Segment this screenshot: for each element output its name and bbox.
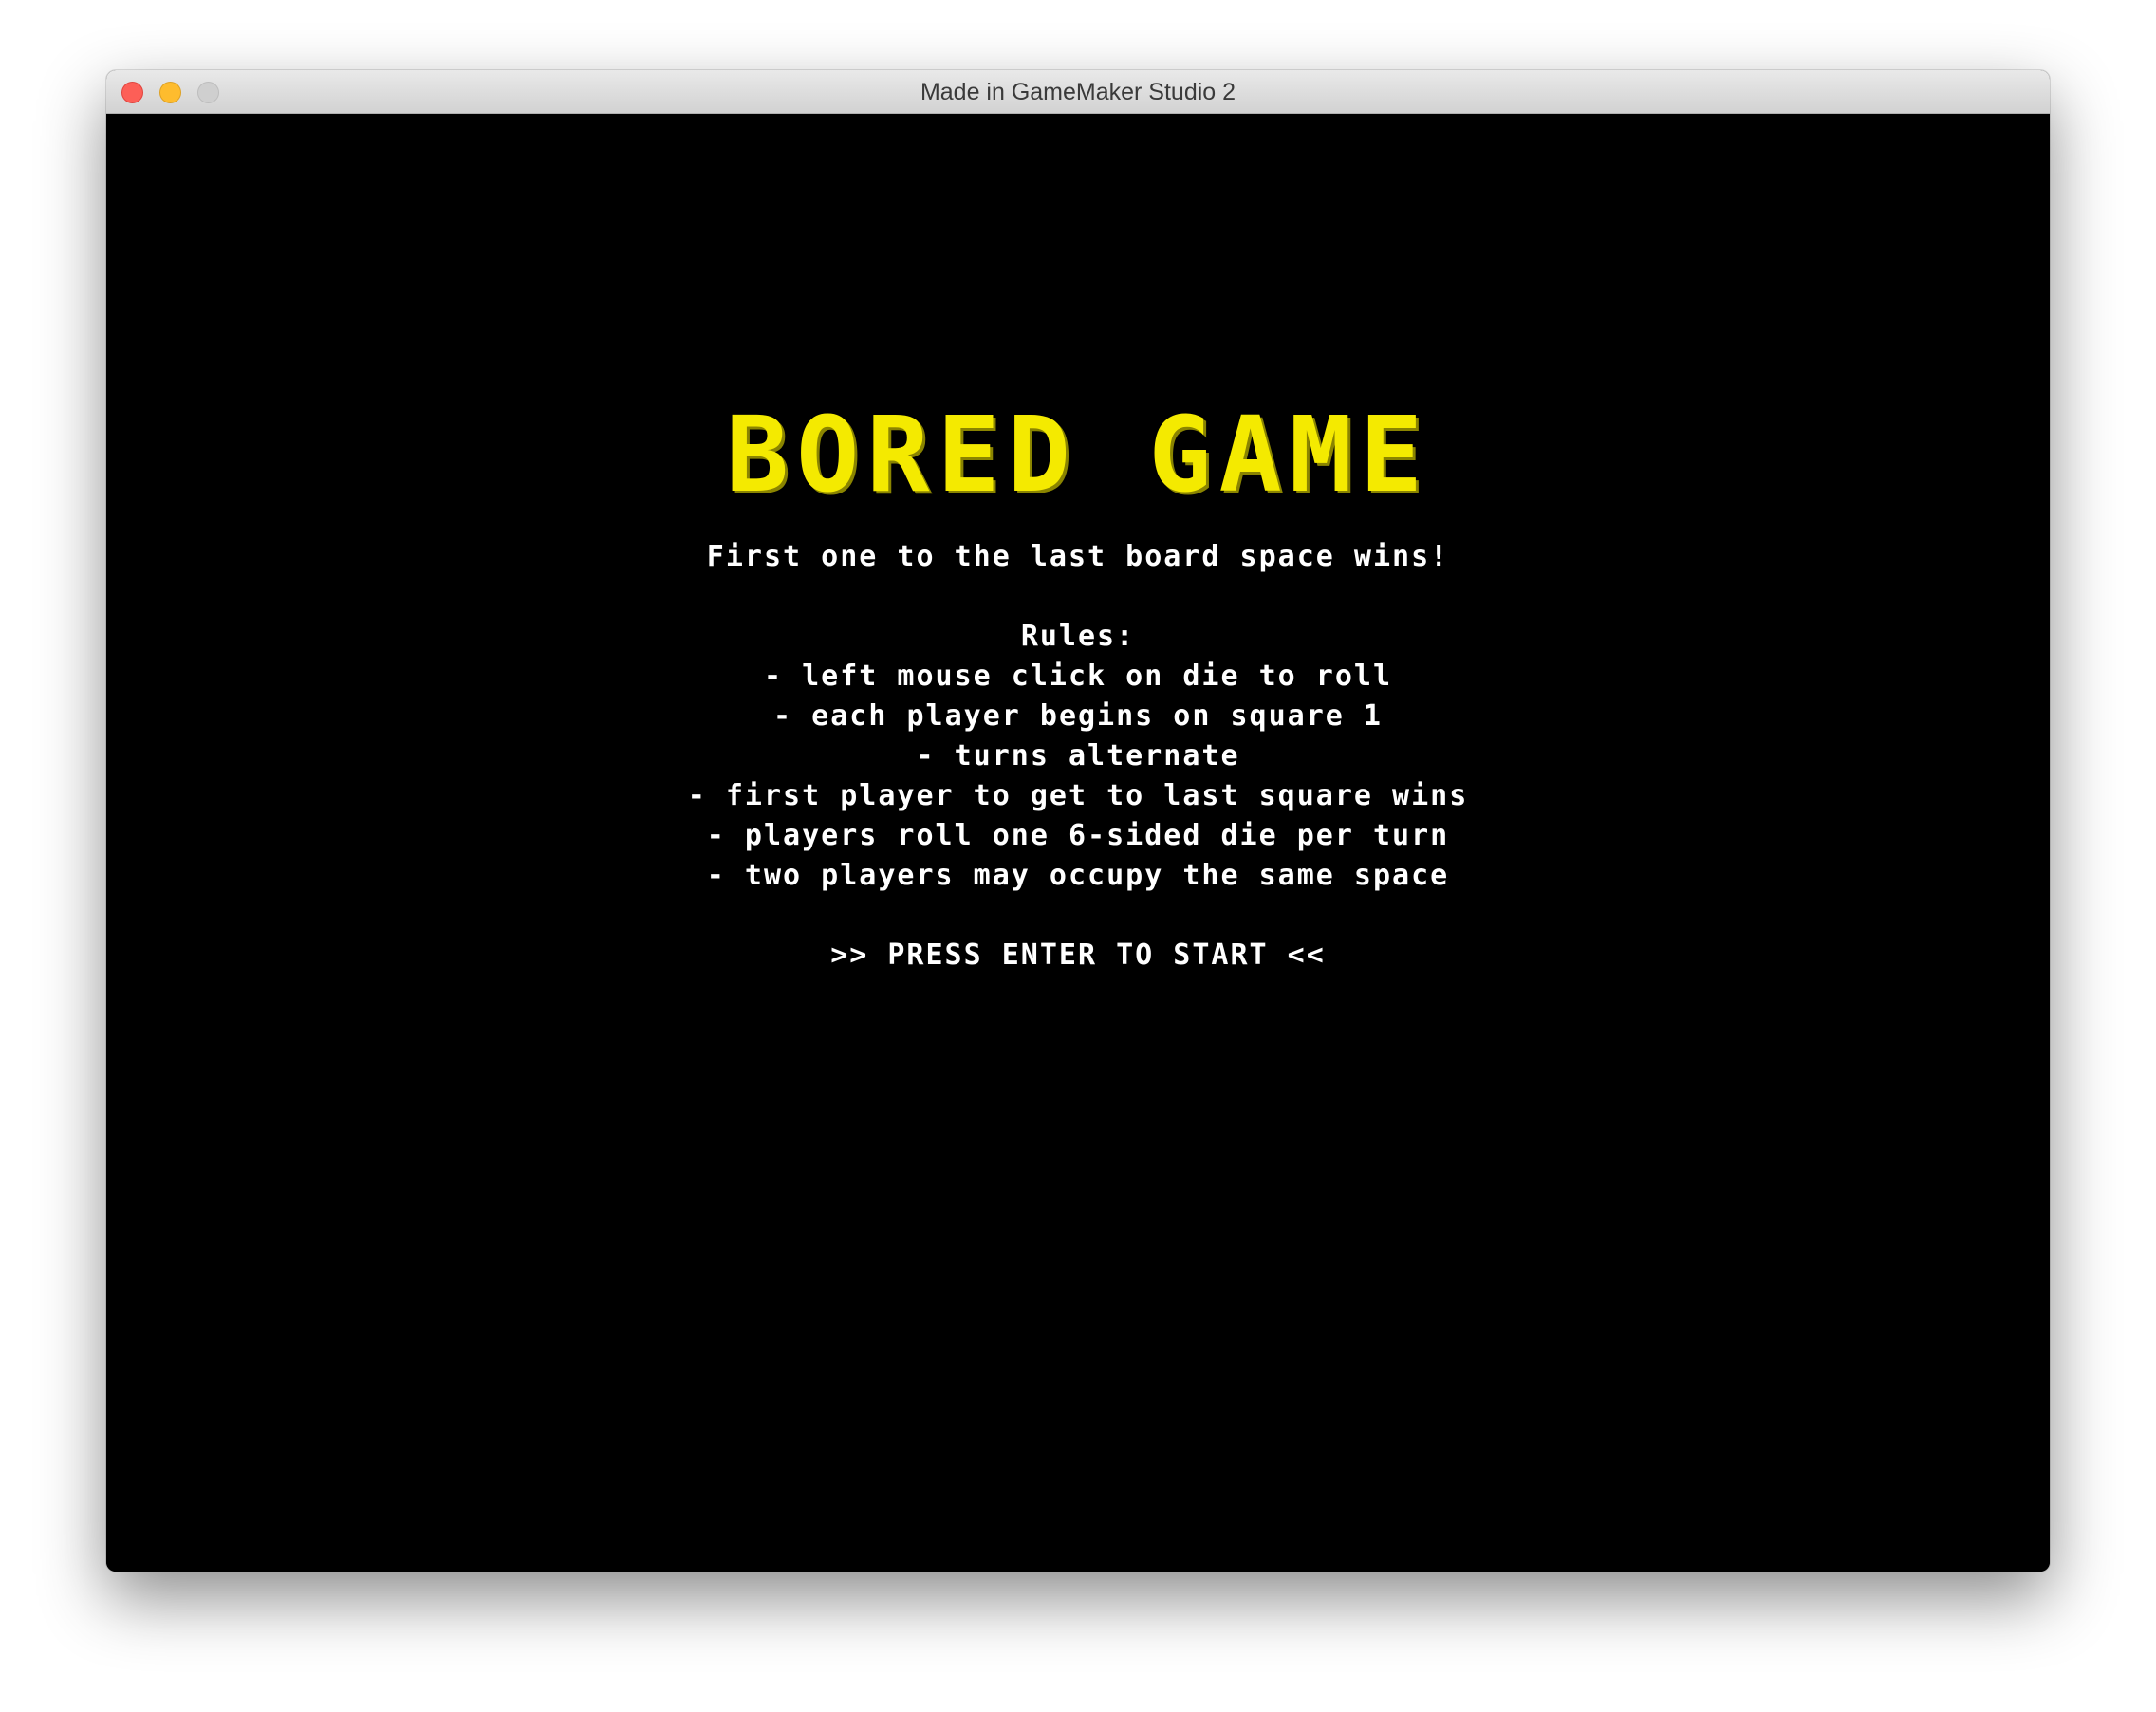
game-title: BORED GAME: [725, 394, 1431, 515]
instructions-panel: First one to the last board space wins! …: [106, 537, 2050, 976]
rule-item: - left mouse click on die to roll: [763, 660, 1393, 693]
rules-heading: Rules:: [1020, 620, 1136, 653]
title-bar[interactable]: Made in GameMaker Studio 2: [106, 70, 2050, 114]
start-prompt: >> PRESS ENTER TO START <<: [830, 939, 1326, 972]
rule-item: - first player to get to last square win…: [687, 779, 1469, 812]
rule-item: - each player begins on square 1: [773, 699, 1383, 733]
rule-item: - turns alternate: [916, 739, 1240, 772]
rule-item: - two players may occupy the same space: [706, 859, 1450, 892]
window-title: Made in GameMaker Studio 2: [920, 79, 1236, 105]
rule-item: - players roll one 6-sided die per turn: [706, 819, 1450, 852]
app-window: Made in GameMaker Studio 2 BORED GAME Fi…: [106, 70, 2050, 1572]
game-canvas[interactable]: BORED GAME First one to the last board s…: [106, 114, 2050, 1572]
tagline: First one to the last board space wins!: [706, 540, 1450, 573]
